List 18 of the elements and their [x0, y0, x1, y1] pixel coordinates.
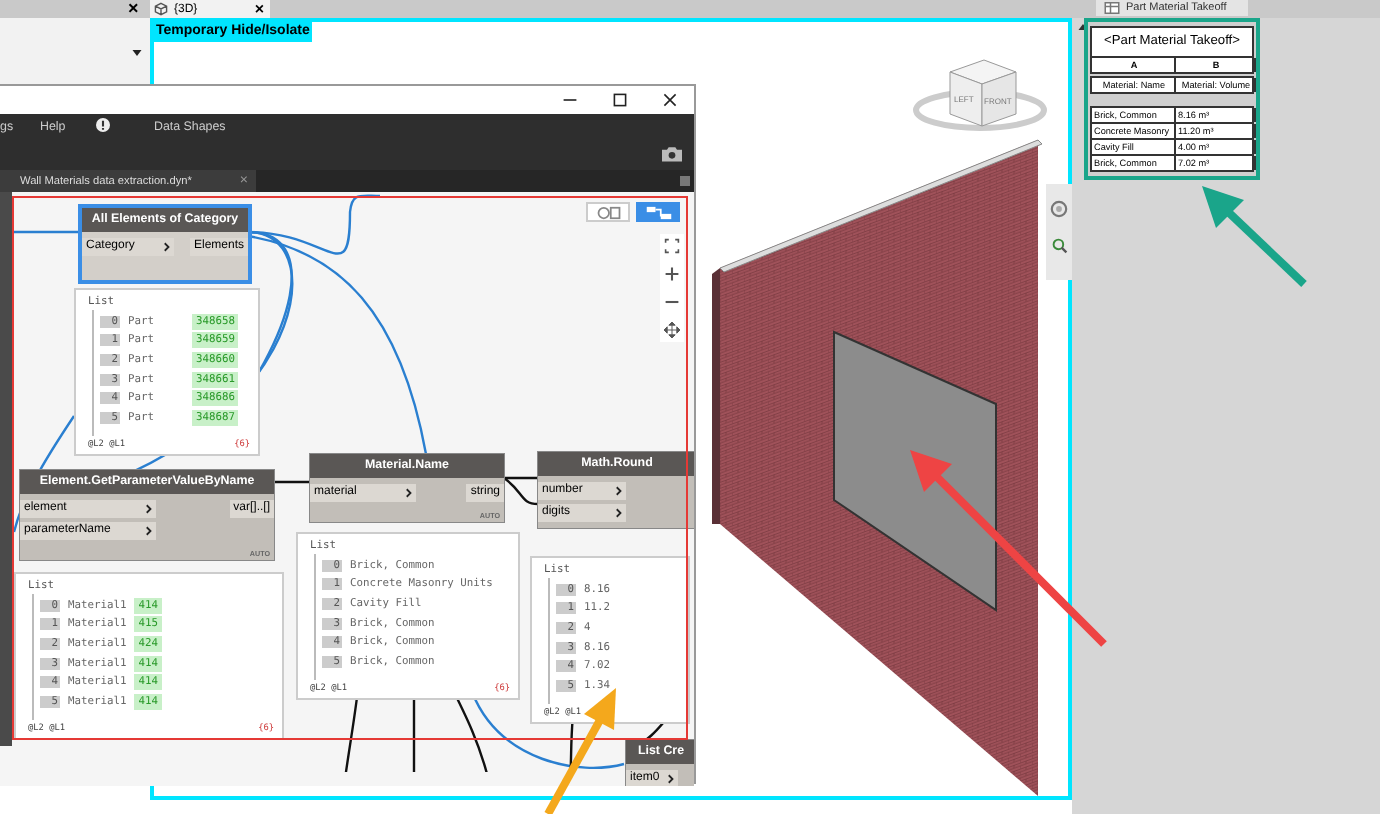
camera-icon[interactable]	[662, 146, 682, 162]
geometry-view-toggle[interactable]	[586, 202, 630, 222]
close-icon[interactable]	[662, 92, 678, 108]
zoom-icon[interactable]	[1051, 238, 1067, 254]
dropdown-caret-icon[interactable]	[132, 50, 142, 56]
tab-close-button[interactable]: ×	[128, 0, 139, 18]
pan-icon[interactable]	[664, 322, 680, 338]
steering-wheel-icon[interactable]	[1050, 200, 1068, 218]
zoom-in-icon[interactable]	[664, 266, 680, 282]
alert-icon[interactable]	[96, 118, 110, 132]
table-icon	[1104, 2, 1120, 14]
maximize-icon[interactable]	[612, 92, 628, 108]
zoom-to-fit-icon[interactable]	[664, 238, 680, 254]
annotation-arrow	[1202, 186, 1307, 287]
graph-view-toggle[interactable]	[636, 202, 680, 222]
cube-icon	[154, 2, 168, 16]
annotation-arrow	[544, 688, 616, 814]
tab-close-button[interactable]: ×	[254, 0, 264, 18]
